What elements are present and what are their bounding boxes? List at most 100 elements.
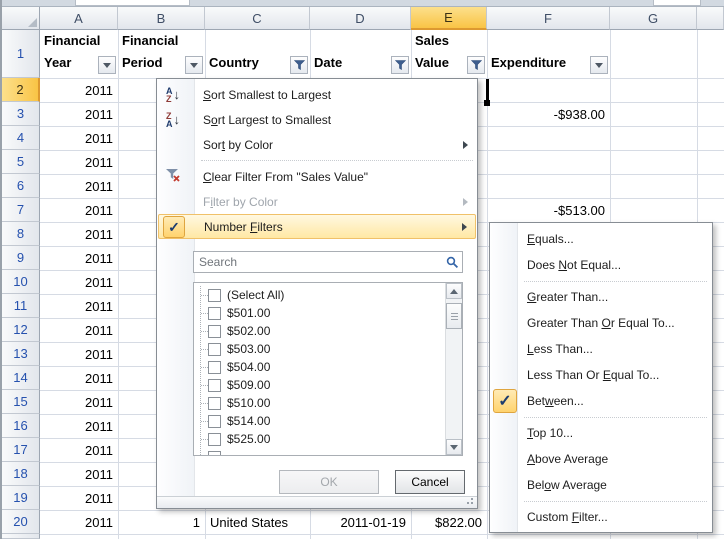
row-header-5[interactable]: 5 — [2, 150, 40, 174]
cell-a10[interactable]: 2011 — [40, 270, 118, 294]
column-header-g[interactable]: G — [610, 7, 697, 30]
header-cell-financial-year[interactable]: Financial Year — [40, 30, 118, 78]
cancel-button[interactable]: Cancel — [395, 470, 465, 494]
cell-a15[interactable]: 2011 — [40, 390, 118, 414]
menu-item-sort-by-color[interactable]: Sort by Color — [158, 132, 476, 157]
row-header-2[interactable]: 2 — [2, 78, 40, 102]
filter-value-510-00[interactable]: $510.00 — [194, 394, 445, 412]
cell-a5[interactable]: 2011 — [40, 150, 118, 174]
scrollbar-thumb[interactable] — [446, 303, 462, 329]
filter-button-financial-year[interactable] — [98, 56, 116, 74]
checkbox-504-00[interactable] — [208, 361, 221, 374]
row-header-15[interactable]: 15 — [2, 390, 40, 414]
row-header-20[interactable]: 20 — [2, 510, 40, 534]
row-header-19[interactable]: 19 — [2, 486, 40, 510]
header-cell-date[interactable]: Date — [310, 30, 411, 78]
cell-e20[interactable]: $822.00 — [411, 510, 487, 534]
submenu-item-above-average[interactable]: Above Average — [491, 446, 711, 472]
checkbox-514-00[interactable] — [208, 415, 221, 428]
filter-button-financial-period[interactable] — [185, 56, 203, 74]
submenu-item-greater-than-or-equal-to[interactable]: Greater Than Or Equal To... — [491, 310, 711, 336]
filter-value-504-00[interactable]: $504.00 — [194, 358, 445, 376]
cell-a17[interactable]: 2011 — [40, 438, 118, 462]
select-all-corner[interactable] — [2, 7, 40, 30]
submenu-item-top-10[interactable]: Top 10... — [491, 420, 711, 446]
cell-a14[interactable]: 2011 — [40, 366, 118, 390]
cell-a7[interactable]: 2011 — [40, 198, 118, 222]
filter-value-select-all[interactable]: (Select All) — [194, 286, 445, 304]
row-header-10[interactable]: 10 — [2, 270, 40, 294]
filter-value-partial[interactable] — [194, 448, 445, 455]
submenu-item-less-than-or-equal-to[interactable]: Less Than Or Equal To... — [491, 362, 711, 388]
row-header-7[interactable]: 7 — [2, 198, 40, 222]
row-header-3[interactable]: 3 — [2, 102, 40, 126]
row-header-18[interactable]: 18 — [2, 462, 40, 486]
row-header-17[interactable]: 17 — [2, 438, 40, 462]
filter-value-509-00[interactable]: $509.00 — [194, 376, 445, 394]
row-header-9[interactable]: 9 — [2, 246, 40, 270]
submenu-item-below-average[interactable]: Below Average — [491, 472, 711, 498]
ok-button[interactable]: OK — [279, 470, 379, 494]
filter-value-503-00[interactable]: $503.00 — [194, 340, 445, 358]
filter-button-country[interactable] — [290, 56, 308, 74]
filter-value-502-00[interactable]: $502.00 — [194, 322, 445, 340]
row-header-14[interactable]: 14 — [2, 366, 40, 390]
column-header-e[interactable]: E — [411, 7, 487, 30]
row-header-1[interactable]: 1 — [2, 30, 40, 78]
cell-b20[interactable]: 1 — [118, 510, 205, 534]
checkbox-partial[interactable] — [208, 451, 221, 456]
filter-button-expenditure[interactable] — [590, 56, 608, 74]
checkbox-510-00[interactable] — [208, 397, 221, 410]
cell-a4[interactable]: 2011 — [40, 126, 118, 150]
submenu-item-greater-than[interactable]: Greater Than... — [491, 284, 711, 310]
resize-grip[interactable] — [157, 496, 477, 508]
filter-button-sales-value[interactable] — [467, 56, 485, 74]
scroll-down-button[interactable] — [446, 439, 462, 455]
checkbox-501-00[interactable] — [208, 307, 221, 320]
column-header-d[interactable]: D — [310, 7, 411, 30]
column-header-a[interactable]: A — [40, 7, 118, 30]
menu-item-number-filters[interactable]: ✓Number Filters — [158, 214, 476, 239]
column-header-f[interactable]: F — [487, 7, 610, 30]
row-header-16[interactable]: 16 — [2, 414, 40, 438]
filter-value-514-00[interactable]: $514.00 — [194, 412, 445, 430]
column-header-partial[interactable] — [697, 7, 724, 30]
fill-handle[interactable] — [484, 100, 490, 106]
row-header-4[interactable]: 4 — [2, 126, 40, 150]
menu-item-sort-smallest-to-largest[interactable]: AZ↓Sort Smallest to Largest — [158, 82, 476, 107]
cell-a2[interactable]: 2011 — [40, 78, 118, 102]
checkbox-select-all[interactable] — [208, 289, 221, 302]
column-header-b[interactable]: B — [118, 7, 205, 30]
cell-f7[interactable]: -$513.00 — [487, 198, 610, 222]
cell-a11[interactable]: 2011 — [40, 294, 118, 318]
submenu-item-between[interactable]: ✓Between... — [491, 388, 711, 414]
filter-button-date[interactable] — [391, 56, 409, 74]
cell-a18[interactable]: 2011 — [40, 462, 118, 486]
column-header-c[interactable]: C — [205, 7, 310, 30]
header-cell-expenditure[interactable]: Expenditure — [487, 30, 610, 78]
cell-a9[interactable]: 2011 — [40, 246, 118, 270]
checkbox-503-00[interactable] — [208, 343, 221, 356]
row-header-8[interactable]: 8 — [2, 222, 40, 246]
cell-c20[interactable]: United States — [205, 510, 310, 534]
cell-a6[interactable]: 2011 — [40, 174, 118, 198]
filter-value-501-00[interactable]: $501.00 — [194, 304, 445, 322]
cell-d20[interactable]: 2011-01-19 — [310, 510, 411, 534]
checkbox-509-00[interactable] — [208, 379, 221, 392]
menu-item-filter-by-color[interactable]: Filter by Color — [158, 189, 476, 214]
list-scrollbar[interactable] — [445, 283, 462, 455]
row-header-partial[interactable] — [2, 534, 40, 539]
cell-f3[interactable]: -$938.00 — [487, 102, 610, 126]
cell-a8[interactable]: 2011 — [40, 222, 118, 246]
submenu-item-less-than[interactable]: Less Than... — [491, 336, 711, 362]
row-header-12[interactable]: 12 — [2, 318, 40, 342]
submenu-item-equals[interactable]: Equals... — [491, 226, 711, 252]
cell-a20[interactable]: 2011 — [40, 510, 118, 534]
scroll-up-button[interactable] — [446, 283, 462, 299]
cell-a3[interactable]: 2011 — [40, 102, 118, 126]
menu-item-sort-largest-to-smallest[interactable]: ZA↓Sort Largest to Smallest — [158, 107, 476, 132]
checkbox-502-00[interactable] — [208, 325, 221, 338]
cell-a12[interactable]: 2011 — [40, 318, 118, 342]
filter-value-525-00[interactable]: $525.00 — [194, 430, 445, 448]
submenu-item-custom-filter[interactable]: Custom Filter... — [491, 504, 711, 530]
